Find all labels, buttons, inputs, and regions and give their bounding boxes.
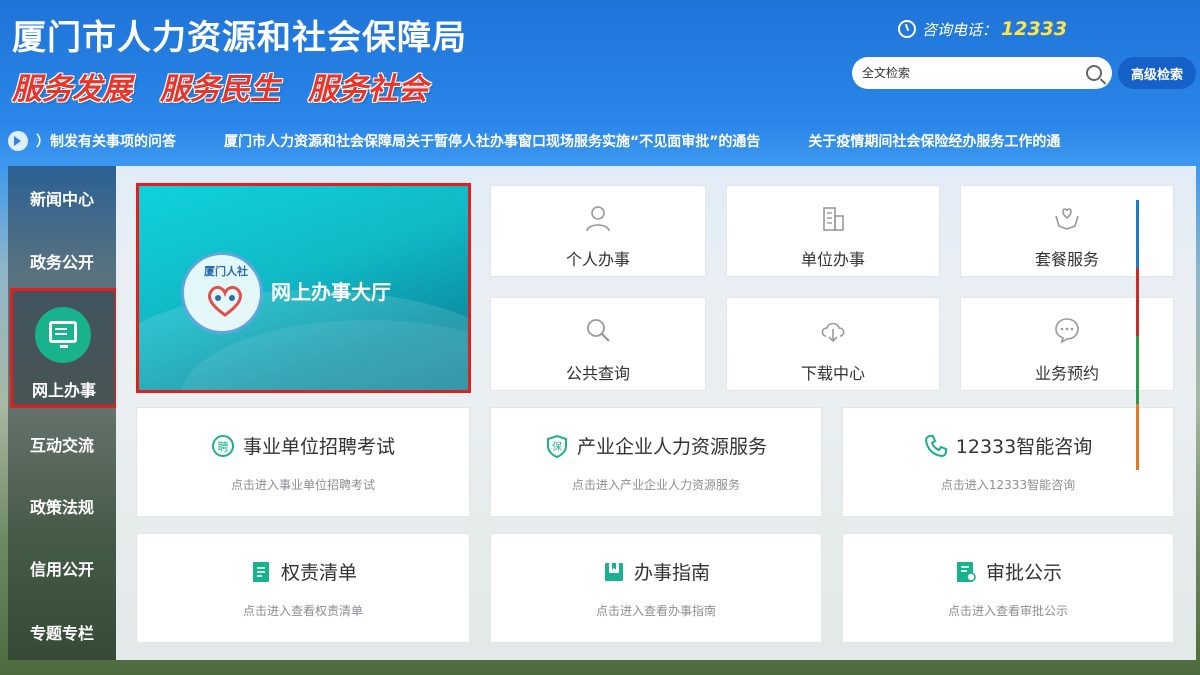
service-title: 12333智能咨询 [955, 436, 1093, 458]
service-title: 权责清单 [280, 562, 357, 584]
tile-label: 下载中心 [800, 364, 865, 383]
ticker-item[interactable]: 厦门市人力资源和社会保障局关于暂停人社办事窗口现场服务实施“不见面审批”的通告 [224, 131, 760, 151]
service-subtitle: 点击进入产业企业人力资源服务 [571, 478, 740, 492]
service-title: 产业企业人力资源服务 [576, 436, 767, 458]
recruit-icon: 聘 [211, 434, 234, 457]
ticker-item[interactable]: 关于疫情期间社会保险经办服务工作的通 [808, 131, 1060, 151]
site-title[interactable]: 厦门市人力资源和社会保障局 [12, 10, 467, 59]
speaker-icon [8, 131, 28, 151]
tile-label: 公共查询 [565, 364, 630, 383]
service-approval[interactable]: 审批公示 点击进入查看审批公示 [842, 533, 1174, 643]
online-hall-banner[interactable]: 厦门人社 网上办事大厅 [136, 183, 471, 393]
heart-people-icon [208, 285, 242, 317]
tile-label: 套餐服务 [1034, 250, 1099, 269]
nav-icon-circle [35, 307, 91, 363]
nav-item-policy[interactable]: 政策法规 [8, 494, 116, 518]
service-recruitment[interactable]: 聘 事业单位招聘考试 点击进入事业单位招聘考试 [136, 407, 470, 517]
advanced-search-button[interactable]: 高级检索 [1118, 57, 1196, 89]
approval-doc-icon [956, 561, 976, 582]
service-title: 办事指南 [633, 562, 710, 584]
service-head: 保 产业企业人力资源服务 [491, 432, 821, 459]
service-title: 审批公示 [985, 562, 1062, 584]
service-head: 办事指南 [491, 558, 821, 585]
nav-item-credit[interactable]: 信用公开 [8, 556, 116, 580]
logo-text: 厦门人社 [204, 265, 248, 278]
site-header: 厦门市人力资源和社会保障局 服务发展 服务民生 服务社会 咨询电话： 12333… [0, 0, 1200, 122]
list-doc-icon [252, 561, 269, 582]
right-side-strip [1136, 200, 1139, 470]
ticker-item[interactable]: ）制发有关事项的问答 [36, 131, 176, 151]
hotline-label: 咨询电话： [922, 20, 998, 39]
service-hr[interactable]: 保 产业企业人力资源服务 点击进入产业企业人力资源服务 [490, 407, 822, 517]
svg-text:聘: 聘 [217, 439, 228, 453]
tile-appointment[interactable]: 业务预约 [960, 297, 1174, 391]
slogan-1: 服务发展 [12, 72, 132, 107]
chat-bubble-icon [1055, 318, 1079, 344]
nav-item-label: 网上办事 [31, 381, 96, 400]
news-ticker: ）制发有关事项的问答 厦门市人力资源和社会保障局关于暂停人社办事窗口现场服务实施… [0, 124, 1200, 158]
service-title: 事业单位招聘考试 [242, 436, 395, 458]
service-head: 聘 事业单位招聘考试 [137, 432, 469, 459]
shield-icon: 保 [546, 434, 567, 458]
monitor-icon [49, 321, 77, 348]
hotline: 咨询电话： 12333 [898, 18, 1067, 40]
tile-package[interactable]: 套餐服务 [960, 185, 1174, 277]
tile-label: 单位办事 [800, 250, 865, 269]
service-subtitle: 点击进入12333智能咨询 [940, 478, 1076, 492]
tile-personal[interactable]: 个人办事 [490, 185, 706, 277]
building-icon [823, 207, 844, 231]
nav-item-interaction[interactable]: 互动交流 [8, 432, 116, 456]
nav-item-online-services[interactable]: 网上办事 [10, 288, 118, 408]
service-head: 12333智能咨询 [843, 432, 1173, 459]
service-subtitle: 点击进入事业单位招聘考试 [230, 478, 375, 492]
slogan: 服务发展 服务民生 服务社会 [12, 64, 428, 108]
left-nav: 新闻中心 政务公开 网上办事 互动交流 政策法规 信用公开 专题专栏 [8, 166, 118, 660]
svg-text:保: 保 [552, 440, 562, 453]
slogan-2: 服务民生 [160, 72, 280, 107]
tile-label: 业务预约 [1034, 364, 1099, 383]
service-subtitle: 点击进入查看权责清单 [242, 604, 363, 618]
nav-item-government-affairs[interactable]: 政务公开 [8, 249, 116, 273]
service-12333[interactable]: 12333智能咨询 点击进入12333智能咨询 [842, 407, 1174, 517]
person-icon [586, 206, 610, 232]
search-icon [587, 319, 610, 342]
banner-title: 网上办事大厅 [271, 280, 391, 304]
main-panel: 厦门人社 网上办事大厅 个人办事 单位办事 套餐服务 公共查询 下载中心 业务预… [116, 166, 1196, 660]
service-head: 权责清单 [137, 558, 469, 585]
service-head: 审批公示 [843, 558, 1173, 585]
nav-item-news[interactable]: 新闻中心 [8, 186, 116, 210]
book-icon [604, 562, 623, 581]
nav-item-topics[interactable]: 专题专栏 [8, 620, 116, 644]
tile-label: 个人办事 [565, 250, 630, 269]
clock-phone-icon [898, 20, 916, 38]
tile-download[interactable]: 下载中心 [726, 297, 940, 391]
search-input[interactable] [862, 66, 1086, 80]
service-guide[interactable]: 办事指南 点击进入查看办事指南 [490, 533, 822, 643]
service-power-list[interactable]: 权责清单 点击进入查看权责清单 [136, 533, 470, 643]
search-box [852, 57, 1112, 89]
cloud-download-icon [821, 322, 845, 343]
service-subtitle: 点击进入查看办事指南 [595, 604, 716, 618]
hotline-number: 12333 [1001, 18, 1068, 40]
slogan-3: 服务社会 [308, 72, 428, 107]
tile-public-query[interactable]: 公共查询 [490, 297, 706, 391]
hands-heart-icon [1055, 208, 1079, 230]
search-icon[interactable] [1086, 65, 1102, 81]
logo: 厦门人社 [181, 252, 263, 334]
service-subtitle: 点击进入查看审批公示 [947, 604, 1068, 618]
phone-icon [924, 434, 947, 457]
tile-organization[interactable]: 单位办事 [726, 185, 940, 277]
